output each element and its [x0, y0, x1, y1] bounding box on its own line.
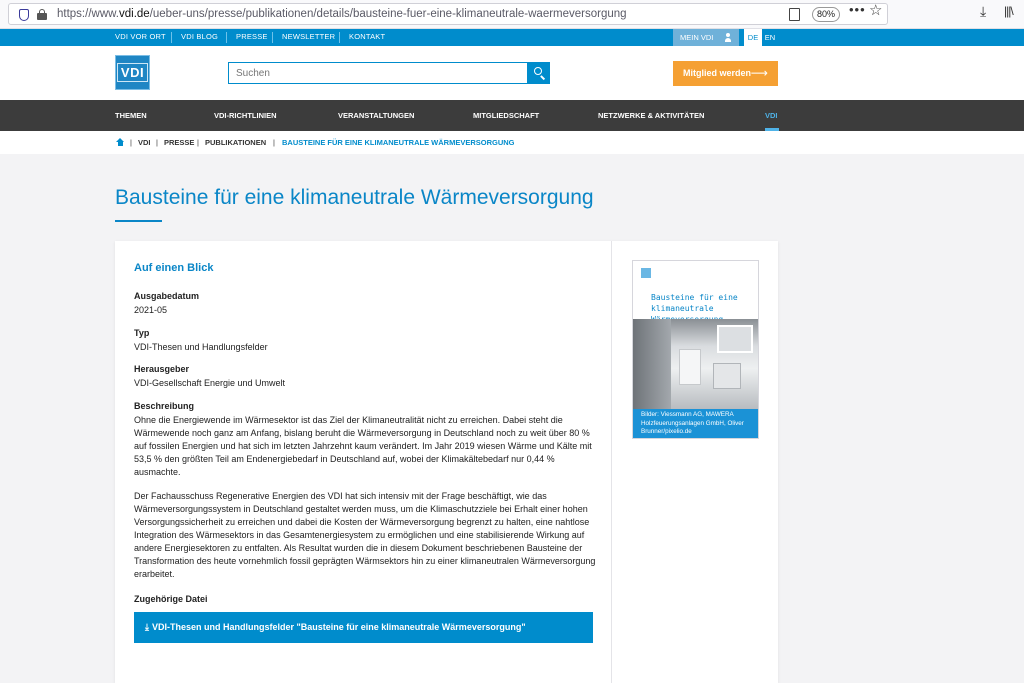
cover-photo-inset	[717, 325, 753, 353]
zoom-level[interactable]: 80%	[812, 7, 840, 22]
shield-icon[interactable]	[19, 9, 29, 21]
top-nav-separator	[171, 32, 172, 43]
main-nav-veranstaltungen[interactable]: VERANSTALTUNGEN	[338, 111, 414, 120]
address-bar[interactable]: https://www.vdi.de/ueber-uns/presse/publ…	[8, 3, 888, 25]
herausgeber-label: Herausgeber	[134, 364, 190, 374]
download-file-button[interactable]: ⤓ VDI-Thesen und Handlungsfelder "Baustei…	[134, 612, 593, 643]
top-nav-vdi-vor-ort[interactable]: VDI VOR ORT	[115, 32, 166, 41]
beschreibung-label: Beschreibung	[134, 401, 195, 411]
top-nav-newsletter[interactable]: NEWSLETTER	[282, 32, 335, 41]
main-nav-vdi-richtlinien[interactable]: VDI-RICHTLINIEN	[214, 111, 277, 120]
cover-photo-stove	[713, 363, 741, 389]
top-nav-presse[interactable]: PRESSE	[236, 32, 268, 41]
breadcrumb: | VDI | PRESSE | PUBLIKATIONEN | BAUSTEI…	[0, 131, 1024, 154]
typ-value: VDI-Thesen und Handlungsfelder	[134, 342, 268, 352]
lang-en[interactable]: EN	[762, 29, 778, 46]
title-underline	[115, 220, 162, 222]
member-button-label: Mitglied werden	[683, 68, 752, 78]
home-icon[interactable]	[116, 138, 124, 146]
breadcrumb-separator: |	[197, 138, 199, 147]
mein-vdi-label: MEIN VDI	[680, 33, 714, 42]
top-nav-kontakt[interactable]: KONTAKT	[349, 32, 385, 41]
cover-photo-wall	[633, 319, 671, 409]
breadcrumb-separator: |	[273, 138, 275, 147]
cover-photo-unit	[679, 349, 701, 385]
library-icon[interactable]: |||\	[1004, 4, 1014, 18]
typ-label: Typ	[134, 328, 150, 338]
cover-photo	[633, 319, 758, 409]
breadcrumb-vdi[interactable]: VDI	[138, 138, 151, 147]
page-title: Bausteine für eine klimaneutrale Wärmeve…	[115, 186, 594, 209]
main-nav-themen[interactable]: THEMEN	[115, 111, 147, 120]
top-nav-separator	[339, 32, 340, 43]
mein-vdi-button[interactable]: MEIN VDI	[673, 29, 739, 46]
logo-text: VDI	[116, 63, 149, 82]
section-heading: Auf einen Blick	[134, 262, 214, 274]
lock-icon[interactable]	[37, 9, 47, 20]
breadcrumb-presse[interactable]: PRESSE	[164, 138, 194, 147]
herausgeber-value: VDI-Gesellschaft Energie und Umwelt	[134, 378, 286, 388]
zugehoerige-datei-label: Zugehörige Datei	[134, 594, 208, 604]
breadcrumb-separator: |	[130, 138, 132, 147]
ausgabedatum-value: 2021-05	[134, 305, 168, 315]
main-nav: THEMEN VDI-RICHTLINIEN VERANSTALTUNGEN M…	[0, 100, 1024, 131]
search-icon-handle	[540, 75, 546, 80]
site-header: VDI Mitglied werden ⟶	[0, 46, 1024, 100]
download-icon: ⤓	[145, 622, 149, 632]
top-nav-separator	[226, 32, 227, 43]
download-button-label: VDI-Thesen und Handlungsfelder "Baustein…	[151, 622, 526, 632]
top-nav-separator	[272, 32, 273, 43]
top-nav-vdi-blog[interactable]: VDI BLOG	[181, 32, 218, 41]
browser-toolbar: https://www.vdi.de/ueber-uns/presse/publ…	[0, 0, 1024, 29]
url-prefix: https://www.	[57, 8, 119, 20]
search-icon	[534, 67, 542, 75]
url-path: /ueber-uns/presse/publikationen/details/…	[149, 8, 627, 20]
breadcrumb-publikationen[interactable]: PUBLIKATIONEN	[205, 138, 266, 147]
breadcrumb-separator: |	[156, 138, 158, 147]
main-nav-mitgliedschaft[interactable]: MITGLIEDSCHAFT	[473, 111, 539, 120]
publication-cover[interactable]: Bausteine für eine klimaneutrale Wärmeve…	[632, 260, 759, 439]
cover-vdi-logo	[641, 268, 651, 278]
ausgabedatum-label: Ausgabedatum	[134, 291, 200, 301]
more-icon[interactable]: •••	[849, 2, 866, 17]
url-domain: vdi.de	[119, 8, 150, 20]
vdi-logo[interactable]: VDI	[115, 55, 150, 90]
beschreibung-paragraph-2: Der Fachausschuss Regenerative Energien …	[134, 491, 596, 579]
search-input[interactable]	[228, 62, 528, 84]
arrow-right-icon: ⟶	[750, 66, 768, 80]
main-nav-vdi[interactable]: VDI	[765, 111, 778, 120]
search-button[interactable]	[528, 62, 550, 84]
user-icon	[725, 33, 731, 42]
card-divider	[611, 241, 612, 683]
top-nav: VDI VOR ORT VDI BLOG PRESSE NEWSLETTER K…	[0, 29, 1024, 46]
beschreibung-paragraph-1: Ohne die Energiewende im Wärmesektor ist…	[134, 415, 592, 477]
lang-de[interactable]: DE	[744, 29, 762, 46]
cover-caption: Bilder: Viessmann AG, MAWERA Holzfeuerun…	[633, 409, 758, 438]
main-nav-netzwerke[interactable]: NETZWERKE & AKTIVITÄTEN	[598, 111, 704, 120]
star-icon[interactable]: ☆	[869, 1, 882, 19]
breadcrumb-current: BAUSTEINE FÜR EINE KLIMANEUTRALE WÄRMEVE…	[282, 138, 515, 147]
download-icon[interactable]: ⤓	[980, 3, 986, 20]
url-text[interactable]: https://www.vdi.de/ueber-uns/presse/publ…	[57, 8, 627, 20]
mitglied-werden-button[interactable]: Mitglied werden ⟶	[673, 61, 778, 86]
reader-icon[interactable]	[789, 8, 800, 21]
